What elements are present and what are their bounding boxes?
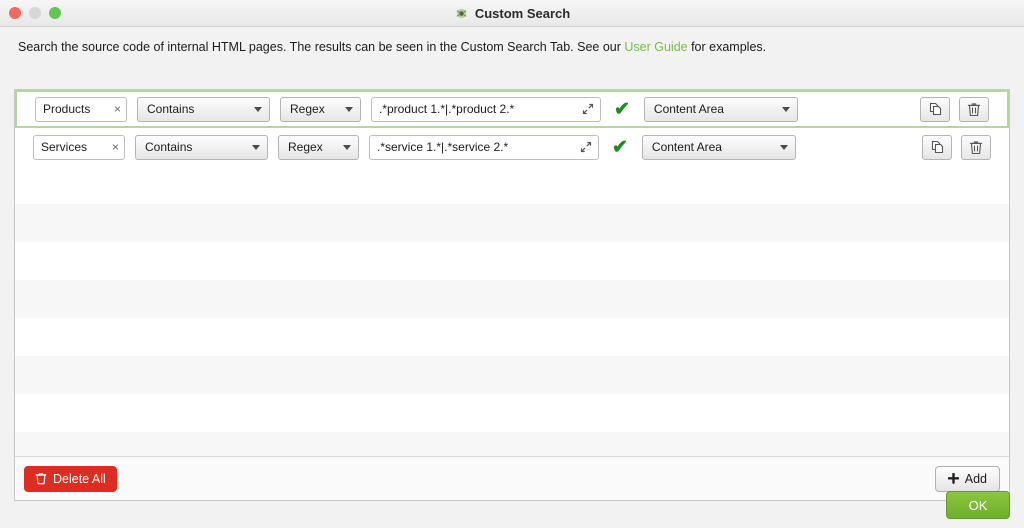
window-title: Custom Search: [474, 5, 571, 21]
search-name-field-1[interactable]: Services ×: [33, 134, 125, 160]
scope-dropdown-0[interactable]: Content Area: [643, 96, 798, 122]
search-name-field-0[interactable]: Products ×: [35, 96, 127, 122]
format-value-1: Regex: [288, 140, 323, 154]
valid-check-icon-1: ✔: [612, 136, 628, 158]
delete-all-label: Delete All: [53, 471, 106, 486]
spider-frog-icon: [454, 6, 468, 20]
chevron-down-icon: [252, 144, 260, 150]
dialog-body: Search the source code of internal HTML …: [0, 27, 1024, 528]
duplicate-row-button-0[interactable]: [920, 96, 950, 122]
empty-row[interactable]: [15, 394, 1009, 432]
window-titlebar: Custom Search: [0, 0, 1024, 27]
duplicate-icon: [929, 102, 941, 115]
maximize-button[interactable]: [49, 7, 61, 19]
empty-row[interactable]: [15, 432, 1009, 456]
format-dropdown-0[interactable]: Regex: [280, 96, 361, 122]
custom-search-panel: Products × Contains Regex .*product 1.*|…: [14, 89, 1010, 501]
chevron-down-icon: [345, 106, 353, 112]
trash-icon: [967, 102, 981, 116]
scope-dropdown-1[interactable]: Content Area: [641, 134, 796, 160]
plus-icon: [947, 473, 959, 484]
search-rows-list[interactable]: Products × Contains Regex .*product 1.*|…: [15, 90, 1009, 456]
empty-row[interactable]: [15, 356, 1009, 394]
expand-arrows-icon[interactable]: [578, 139, 594, 155]
window-controls: [9, 7, 61, 19]
empty-row[interactable]: [15, 242, 1009, 280]
duplicate-row-button-1[interactable]: [922, 134, 952, 160]
trash-icon: [969, 140, 983, 154]
empty-row[interactable]: [15, 204, 1009, 242]
description-text: Search the source code of internal HTML …: [14, 27, 1010, 64]
minimize-button[interactable]: [29, 7, 41, 19]
chevron-down-icon: [781, 106, 790, 112]
duplicate-icon: [931, 140, 943, 153]
table-row[interactable]: Services × Contains Regex .*service 1.*|…: [15, 128, 1009, 166]
scope-value-0: Content Area: [653, 102, 724, 116]
panel-footer: Delete All Add: [15, 456, 1009, 500]
expand-arrows-icon[interactable]: [580, 101, 596, 117]
clear-name-icon[interactable]: ×: [112, 141, 119, 153]
chevron-down-icon: [779, 144, 788, 150]
description-before: Search the source code of internal HTML …: [18, 40, 625, 54]
chevron-down-icon: [343, 144, 351, 150]
format-value-0: Regex: [290, 102, 325, 116]
delete-all-button[interactable]: Delete All: [24, 465, 117, 492]
delete-row-button-1[interactable]: [961, 134, 991, 160]
search-value-text-1: .*service 1.*|.*service 2.*: [377, 140, 509, 154]
ok-button[interactable]: OK: [946, 491, 1010, 519]
add-button[interactable]: Add: [934, 465, 1000, 492]
scope-value-1: Content Area: [651, 140, 722, 154]
search-name-value-1: Services: [41, 140, 88, 154]
match-type-dropdown-1[interactable]: Contains: [135, 134, 268, 160]
search-value-text-0: .*product 1.*|.*product 2.*: [379, 102, 515, 116]
trash-icon: [35, 473, 47, 485]
match-type-dropdown-0[interactable]: Contains: [137, 96, 270, 122]
clear-name-icon[interactable]: ×: [114, 103, 121, 115]
window-title-group: Custom Search: [0, 6, 1024, 21]
search-value-input-0[interactable]: .*product 1.*|.*product 2.*: [371, 96, 601, 122]
valid-check-icon-0: ✔: [614, 98, 630, 120]
match-type-value-0: Contains: [147, 102, 195, 116]
match-type-value-1: Contains: [145, 140, 193, 154]
add-label: Add: [964, 471, 987, 486]
search-name-value-0: Products: [43, 102, 91, 116]
close-button[interactable]: [9, 7, 21, 19]
table-row[interactable]: Products × Contains Regex .*product 1.*|…: [15, 90, 1009, 128]
chevron-down-icon: [254, 106, 262, 112]
search-value-input-1[interactable]: .*service 1.*|.*service 2.*: [369, 134, 599, 160]
format-dropdown-1[interactable]: Regex: [278, 134, 359, 160]
user-guide-link[interactable]: User Guide: [624, 40, 687, 54]
empty-row[interactable]: [15, 166, 1009, 204]
empty-row[interactable]: [15, 318, 1009, 356]
empty-row[interactable]: [15, 280, 1009, 318]
description-after: for examples.: [687, 40, 767, 54]
delete-row-button-0[interactable]: [959, 96, 989, 122]
